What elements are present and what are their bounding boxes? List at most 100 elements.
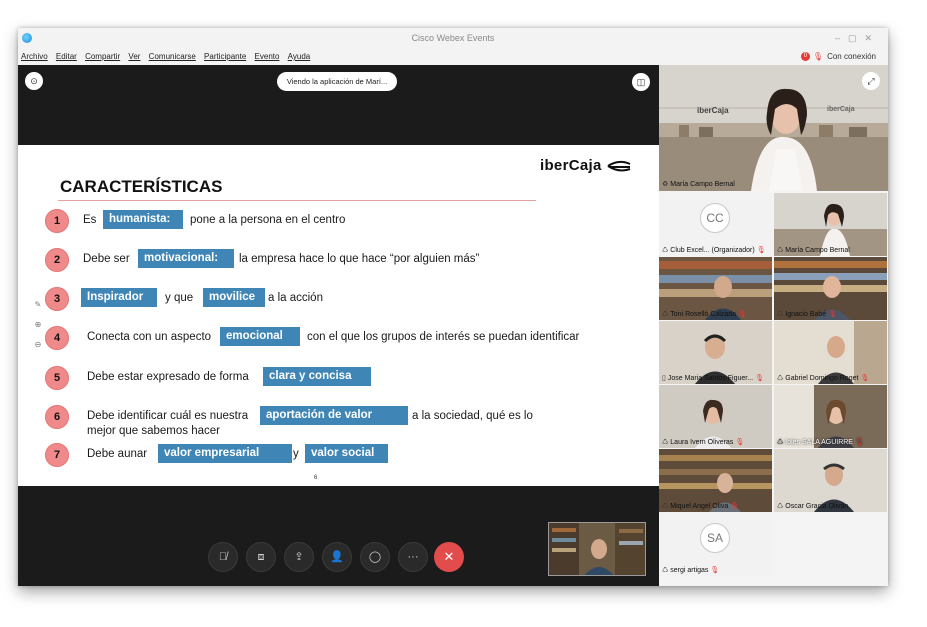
microphone-off-icon[interactable]: 🎙̸ [208,542,238,572]
participant-name: ♺ Toni Roselló Calzada 🎙 [662,311,747,318]
item-text: Es [83,214,97,226]
microphone-off-icon: 🎙 [710,567,720,574]
item-number: 1 [45,209,69,233]
participant-tile[interactable]: ♺ Laura Ivern Oliveras 🎙 [659,385,772,448]
participant-tile[interactable]: ♺ Oscar Gracia Oliván [774,449,887,512]
participants-panel: iberCaja iberCaja ⤢ ♻ María Campo Bernal … [659,65,888,586]
layout-icon[interactable]: ◫ [632,73,650,91]
participant-tile[interactable]: ♺ Ioles SALA AGUIRRE 🎙 [774,385,887,448]
participant-name: ▯ Jose Maria Santos Figuer... 🎙 [662,375,764,382]
item-number: 7 [45,443,69,467]
recording-badge: 0 [800,52,810,62]
webex-window: Cisco Webex Events –▢✕ Archivo Editar Co… [18,28,888,586]
connection-label: Con conexión [827,52,876,61]
window-title: Cisco Webex Events [411,33,495,43]
microphone-off-icon: 🎙 [854,439,864,446]
slide-page-number: 6 [314,475,318,481]
more-icon[interactable]: ··· [398,542,428,572]
title-divider [58,200,536,201]
item-highlight: aportación de valor [260,406,408,425]
headset-icon: ♺ [777,247,784,254]
item-text: y que [165,292,194,304]
active-speaker-video[interactable]: iberCaja iberCaja ⤢ ♻ María Campo Bernal [659,65,888,191]
menu-archivo[interactable]: Archivo [21,48,48,65]
participant-name: ♺ Ioles SALA AGUIRRE 🎙 [777,439,864,446]
item-text: Debe aunar [87,448,148,460]
item-highlight: valor empresarial [158,444,292,463]
info-icon[interactable]: ⊙ [25,72,43,90]
item-text: pone a la persona en el centro [190,214,346,226]
participant-tile[interactable]: SA ♺ sergi artigas 🎙 [659,513,772,576]
menu-evento[interactable]: Evento [255,48,280,65]
menu-ayuda[interactable]: Ayuda [288,48,311,65]
participants-icon[interactable]: 👤 [322,542,352,572]
item-highlight: clara y concisa [263,367,371,386]
participant-tile[interactable]: ♺ María Campo Bernal [774,193,887,256]
participant-name: ♺ Club Excel... (Organizador) 🎙 [662,247,766,254]
item-highlight: movilice [203,288,265,307]
item-text: a la acción [268,292,323,304]
expand-icon[interactable]: ⤢ [862,72,880,90]
microphone-off-icon: 🎙 [735,439,745,446]
headset-icon: ♺ [662,567,669,574]
microphone-off-icon: 🎙 [812,52,824,61]
video-off-icon[interactable]: ⧈ [246,542,276,572]
headset-icon: ♺ [777,503,784,510]
microphone-off-icon: 🎙 [738,311,747,318]
participant-name: ♺ Ignacio Babé 🎙 [777,311,838,318]
avatar: SA [700,523,730,553]
menu-compartir[interactable]: Compartir [85,48,120,65]
logo-text: iberCaja [540,157,602,174]
logo-swoosh-icon [607,160,631,172]
avatar: CC [700,203,730,233]
headset-icon: ♺ [777,375,784,382]
participant-name: ♺ María Campo Bernal [777,247,850,254]
presentation-slide: iberCaja CARACTERÍSTICAS ✎ ⊕ ⊖ 1 Es huma… [18,145,659,486]
item-text: Debe estar expresado de forma [87,371,249,383]
share-icon[interactable]: ⇪ [284,542,314,572]
slide-title: CARACTERÍSTICAS [60,177,223,196]
item-number: 2 [45,248,69,272]
speaker-status-icon: ♻ [662,181,669,188]
speaker-name: ♻ María Campo Bernal [662,181,735,188]
participant-tile[interactable]: ♺ Toni Roselló Calzada 🎙 [659,257,772,320]
viewing-application-pill[interactable]: Viendo la aplicación de Marí... [277,72,397,91]
menu-editar[interactable]: Editar [56,48,77,65]
participant-tile[interactable]: CC ♺ Club Excel... (Organizador) 🎙 [659,193,772,256]
chat-icon[interactable]: ◯ [360,542,390,572]
headset-icon: ♺ [662,439,669,446]
participant-name: ♺ Laura Ivern Oliveras 🎙 [662,439,745,446]
participant-tile[interactable]: ♺ Miquel Angel Oliva 🎙 [659,449,772,512]
self-view-video[interactable] [548,522,646,576]
menu-participante[interactable]: Participante [204,48,246,65]
window-controls[interactable]: –▢✕ [835,28,880,48]
end-call-icon[interactable]: ✕ [434,542,464,572]
microphone-off-icon: 🎙 [755,375,764,382]
svg-text:iberCaja: iberCaja [827,106,855,113]
item-text: a la sociedad, qué es lo [412,410,533,422]
participant-name: ♺ Gabriel Domingo Roget 🎙 [777,375,870,382]
microphone-off-icon: 🎙 [756,247,766,254]
menu-ver[interactable]: Ver [128,48,140,65]
item-highlight: motivacional: [138,249,234,268]
ibercaja-logo: iberCaja [540,157,632,174]
connection-status: 0 🎙 Con conexión [800,48,876,65]
item-text: con el que los grupos de interés se pued… [307,331,580,343]
item-text: Debe ser [83,253,130,265]
participant-tile[interactable]: ♺ Gabriel Domingo Roget 🎙 [774,321,887,384]
participant-name: ♺ sergi artigas 🎙 [662,567,720,574]
item-number: 6 [45,405,69,429]
title-bar: Cisco Webex Events –▢✕ [18,28,888,48]
microphone-off-icon: 🎙 [828,311,838,318]
item-text: y [293,448,299,460]
participant-tile[interactable]: ▯ Jose Maria Santos Figuer... 🎙 [659,321,772,384]
speaker-video-image: iberCaja iberCaja [659,65,888,191]
item-number: 5 [45,366,69,390]
item-highlight: emocional [220,327,300,346]
menu-comunicarse[interactable]: Comunicarse [149,48,196,65]
headset-icon: ♺ [662,247,669,254]
item-text: Conecta con un aspecto [87,331,212,343]
participant-tile[interactable]: ♺ Ignacio Babé 🎙 [774,257,887,320]
shared-content-stage: ⊙ Viendo la aplicación de Marí... ◫ iber… [18,65,659,586]
headset-icon: ♺ [777,439,784,446]
